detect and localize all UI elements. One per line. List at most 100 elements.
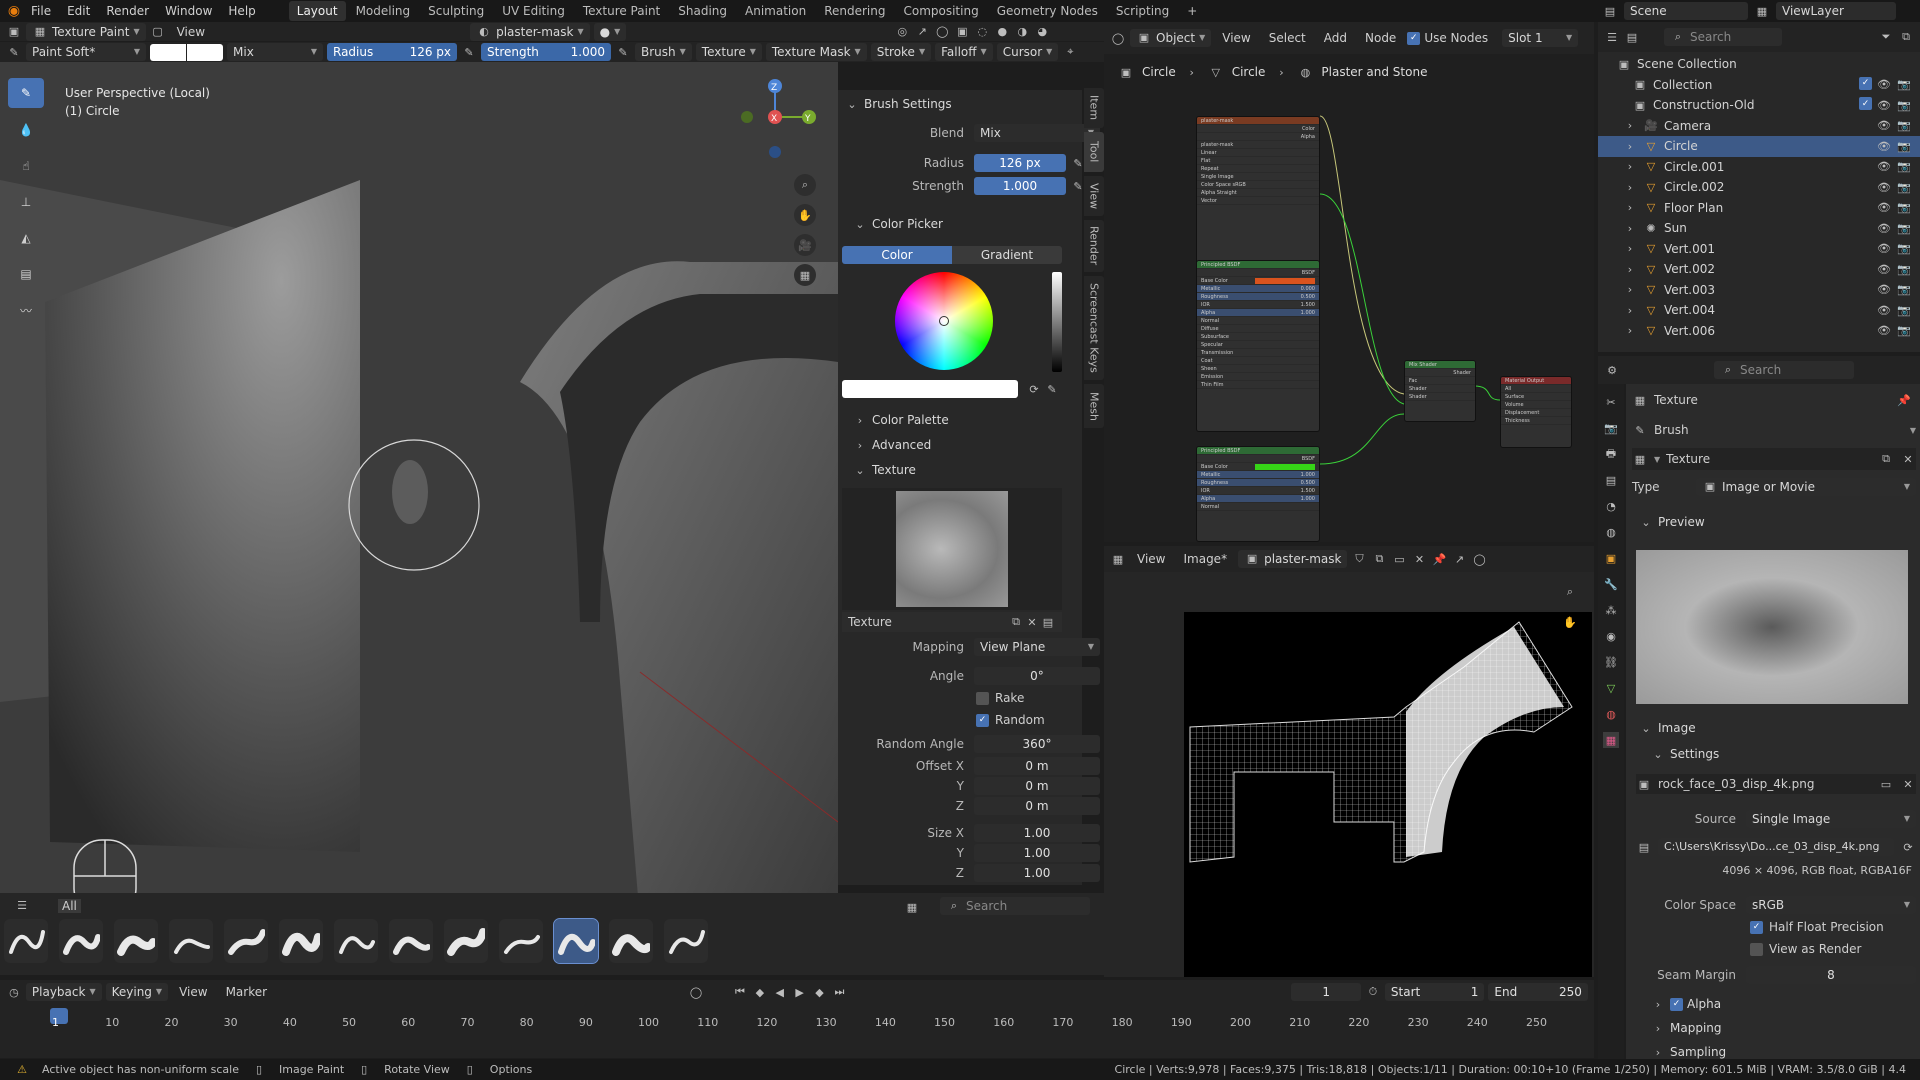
workspace-tab-uv-editing[interactable]: UV Editing bbox=[494, 1, 573, 21]
shading-dot-dropdown[interactable]: ● ▼ bbox=[593, 22, 627, 41]
auto-key-icon[interactable]: ◯ bbox=[688, 984, 704, 1000]
add-workspace-button[interactable]: + bbox=[1179, 1, 1205, 21]
use-nodes-checkbox[interactable]: ✓ Use Nodes bbox=[1407, 31, 1488, 45]
workspace-tab-texture-paint[interactable]: Texture Paint bbox=[575, 1, 668, 21]
expand-arrow-icon[interactable]: › bbox=[1622, 200, 1638, 216]
half-float-checkbox[interactable]: ✓ Half Float Precision bbox=[1750, 920, 1884, 934]
render-camera-icon[interactable]: 📷 bbox=[1896, 77, 1912, 93]
play-reverse-icon[interactable]: ◀ bbox=[772, 984, 788, 1000]
outliner-row-circle-002[interactable]: › ▽ Circle.002 👁 📷 bbox=[1598, 177, 1920, 198]
render-tab-icon[interactable]: 📷 bbox=[1603, 420, 1619, 436]
keying-menu[interactable]: Keying ▼ bbox=[105, 983, 169, 1001]
cursor-menu[interactable]: Cursor ▼ bbox=[996, 43, 1059, 61]
outliner-row-construction-old[interactable]: ▣ Construction-Old ✓ 👁 📷 bbox=[1598, 95, 1920, 116]
color-swatch-secondary[interactable] bbox=[187, 43, 223, 61]
zoom-icon[interactable]: ⌕ bbox=[1562, 584, 1578, 600]
outliner-row-floor-plan[interactable]: › ▽ Floor Plan 👁 📷 bbox=[1598, 198, 1920, 219]
clone-tool-button[interactable]: ⊥ bbox=[8, 188, 44, 216]
reload-icon[interactable]: ⟳ bbox=[1900, 839, 1916, 855]
zoom-icon[interactable]: ⌕ bbox=[794, 174, 816, 196]
workspace-tab-sculpting[interactable]: Sculpting bbox=[420, 1, 492, 21]
outliner-row-circle[interactable]: › ▽ Circle 👁 📷 bbox=[1598, 136, 1920, 157]
jump-start-icon[interactable]: ⏮ bbox=[732, 984, 748, 1000]
blend-dropdown[interactable]: Mix▼ bbox=[974, 124, 1100, 142]
brush-settings-header[interactable]: ⌄ Brush Settings bbox=[844, 96, 951, 112]
close-icon[interactable]: ✕ bbox=[1900, 451, 1916, 467]
brush-thumbnail[interactable] bbox=[389, 919, 433, 963]
tool-tab-icon[interactable]: ✂ bbox=[1603, 394, 1619, 410]
brush-thumbnail[interactable] bbox=[59, 919, 103, 963]
symmetry-icon[interactable]: ⌖ bbox=[1062, 44, 1078, 60]
brush-thumbnail[interactable] bbox=[553, 918, 599, 964]
properties-search[interactable]: ⌕ Search bbox=[1714, 361, 1854, 379]
next-keyframe-icon[interactable]: ◆ bbox=[812, 984, 828, 1000]
expand-arrow-icon[interactable]: › bbox=[1622, 241, 1638, 257]
browse-icon[interactable]: ▤ bbox=[1040, 614, 1056, 630]
menu-help[interactable]: Help bbox=[221, 0, 262, 22]
size-z-field[interactable]: 1.00 bbox=[974, 864, 1100, 882]
render-camera-icon[interactable]: 📷 bbox=[1896, 302, 1912, 318]
side-tab-render[interactable]: Render bbox=[1084, 220, 1104, 272]
render-camera-icon[interactable]: 📷 bbox=[1896, 118, 1912, 134]
editor-type-icon[interactable]: ◯ bbox=[1110, 30, 1126, 46]
color-picker-header[interactable]: ⌄ Color Picker bbox=[852, 216, 943, 232]
radius-field[interactable]: Radius 126 px bbox=[327, 43, 457, 61]
outliner-row-vert-003[interactable]: › ▽ Vert.003 👁 📷 bbox=[1598, 280, 1920, 301]
gizmo-icon[interactable]: ↗ bbox=[914, 24, 930, 40]
eye-icon[interactable]: 👁 bbox=[1876, 179, 1892, 195]
image-file-row[interactable]: ▣ rock_face_03_disp_4k.png ▭ ✕ bbox=[1636, 774, 1916, 794]
image-selector[interactable]: ◐ plaster-mask ▼ bbox=[470, 22, 590, 41]
principled-bsdf-node-1[interactable]: Principled BSDF BSDF Base Color Metallic… bbox=[1196, 260, 1320, 432]
stroke-menu[interactable]: Stroke ▼ bbox=[870, 43, 932, 61]
current-frame-field[interactable]: 1 bbox=[1291, 983, 1361, 1001]
pan-hand-icon[interactable]: ✋ bbox=[794, 204, 816, 226]
texture-section-header[interactable]: ⌄ Texture bbox=[852, 462, 916, 478]
brush-thumbnail[interactable] bbox=[664, 919, 708, 963]
brush-thumbnail[interactable] bbox=[444, 919, 488, 963]
shading-wireframe-icon[interactable]: ◌ bbox=[974, 24, 990, 40]
fill-tool-button[interactable]: ◭ bbox=[8, 224, 44, 252]
catalog-all-tab[interactable]: All bbox=[58, 899, 81, 913]
falloff-menu[interactable]: Falloff ▼ bbox=[935, 43, 993, 61]
color-space-dropdown[interactable]: sRGB ▼ bbox=[1746, 896, 1916, 914]
close-icon[interactable]: ✕ bbox=[1900, 776, 1916, 792]
render-camera-icon[interactable]: 📷 bbox=[1896, 138, 1912, 154]
image-editor-canvas[interactable]: ⌕ ✋ bbox=[1104, 572, 1594, 977]
workspace-tab-modeling[interactable]: Modeling bbox=[348, 1, 419, 21]
open-folder-icon[interactable]: ▭ bbox=[1391, 551, 1407, 567]
eye-icon[interactable]: 👁 bbox=[1876, 159, 1892, 175]
open-folder-icon[interactable]: ▭ bbox=[1878, 776, 1894, 792]
3d-viewport[interactable]: User Perspective (Local) (1) Circle ✎ 💧 … bbox=[0, 62, 838, 920]
alpha-subpanel-header[interactable]: › ✓ Alpha bbox=[1650, 996, 1721, 1012]
offset-x-field[interactable]: 0 m bbox=[974, 757, 1100, 775]
check-icon[interactable]: ✓ bbox=[1670, 997, 1683, 1011]
asset-search-input[interactable]: ⌕ Search bbox=[940, 897, 1090, 915]
expand-arrow-icon[interactable]: › bbox=[1622, 118, 1638, 134]
texture-mask-menu[interactable]: Texture Mask ▼ bbox=[765, 43, 867, 61]
render-camera-icon[interactable]: 📷 bbox=[1896, 179, 1912, 195]
close-icon[interactable]: ✕ bbox=[1024, 614, 1040, 630]
texture-datablock-row[interactable]: ▦ ▼ Texture ⧉ ✕ bbox=[1632, 448, 1916, 470]
timeline-area[interactable] bbox=[0, 1004, 1594, 1058]
scene-tab-icon[interactable]: ◔ bbox=[1603, 498, 1619, 514]
workspace-tab-animation[interactable]: Animation bbox=[737, 1, 814, 21]
color-wheel[interactable] bbox=[895, 272, 993, 370]
constraints-tab-icon[interactable]: ⛓ bbox=[1603, 654, 1619, 670]
view-layer-selector[interactable]: ViewLayer bbox=[1776, 2, 1896, 20]
playback-menu[interactable]: Playback ▼ bbox=[25, 983, 102, 1001]
outliner-row-collection[interactable]: ▣ Collection ✓ 👁 📷 bbox=[1598, 75, 1920, 96]
advanced-header[interactable]: › Advanced bbox=[852, 437, 931, 453]
shading-solid-icon[interactable]: ● bbox=[994, 24, 1010, 40]
expand-arrow-icon[interactable]: › bbox=[1622, 179, 1638, 195]
expand-arrow-icon[interactable]: › bbox=[1622, 220, 1638, 236]
display-mode-icon[interactable]: ▤ bbox=[1624, 29, 1640, 45]
strength-value-field[interactable]: 1.000 bbox=[974, 177, 1066, 195]
menu-file[interactable]: File bbox=[24, 0, 58, 22]
eye-icon[interactable]: 👁 bbox=[1876, 77, 1892, 93]
outliner-search[interactable]: ⌕ Search bbox=[1664, 28, 1782, 46]
radius-value-field[interactable]: 126 px bbox=[974, 154, 1066, 172]
exclude-checkbox-icon[interactable]: ✓ bbox=[1859, 97, 1872, 111]
node-object-selector[interactable]: ▣ Object ▼ bbox=[1130, 29, 1212, 47]
physics-tab-icon[interactable]: ◉ bbox=[1603, 628, 1619, 644]
brush-thumbnail[interactable] bbox=[169, 919, 213, 963]
